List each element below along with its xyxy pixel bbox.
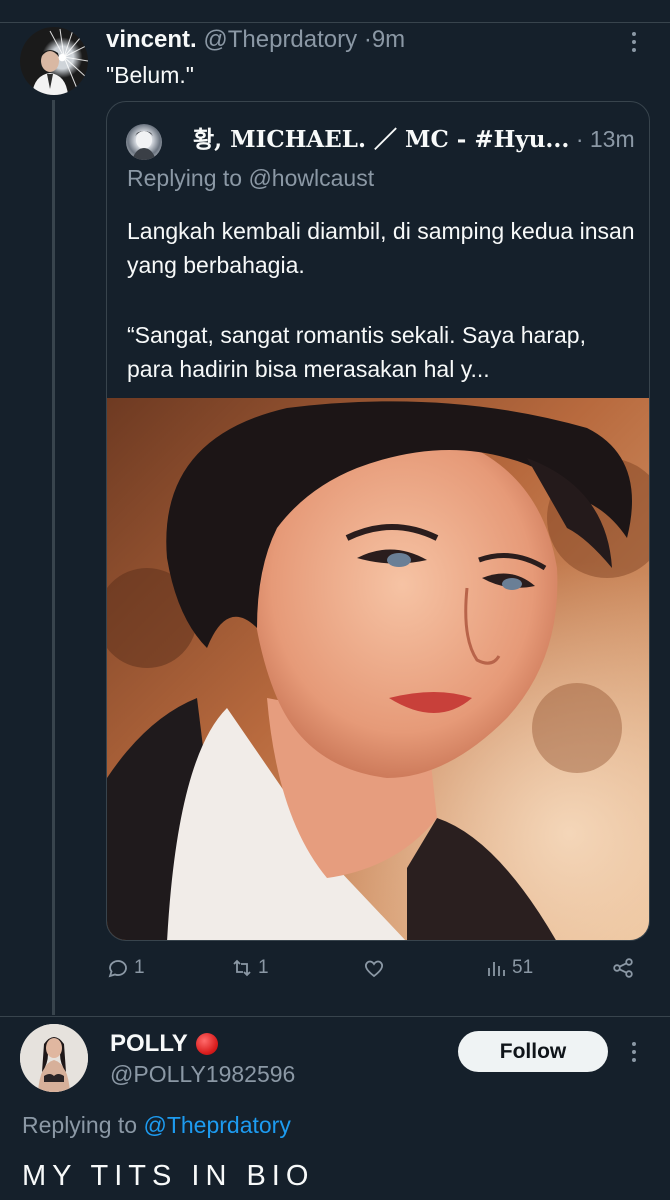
reply-author: POLLY	[110, 1028, 218, 1060]
quoted-tweet-image[interactable]	[107, 398, 649, 940]
top-divider	[0, 22, 670, 23]
reply-count: 1	[134, 957, 145, 978]
quoted-tweet-text: Langkah kembali diambil, di samping kedu…	[127, 214, 637, 386]
quoted-tweet-card[interactable]: 황, MICHAEL. ／ MC - #Hyu... · 13m Replyin…	[106, 101, 650, 941]
avatar-vincent[interactable]	[20, 27, 88, 95]
retweet-button[interactable]: 1	[230, 956, 269, 980]
red-circle-icon	[195, 1033, 218, 1055]
views-icon	[488, 962, 505, 976]
replying-prefix: Replying to	[22, 1112, 138, 1138]
header-separator: ·	[363, 26, 372, 53]
reply-replying-to: Replying to @Theprdatory	[22, 1109, 291, 1141]
views-count: 51	[512, 957, 534, 978]
reply-author-name[interactable]: POLLY	[110, 1028, 188, 1060]
tweet-header: vincent. @Theprdatory ·9m	[106, 24, 405, 56]
reply-button[interactable]: 1	[106, 956, 145, 980]
quoted-separator: ·	[575, 126, 584, 152]
tweet-divider	[0, 1016, 670, 1017]
reply-author-handle[interactable]: @POLLY1982596	[110, 1058, 295, 1090]
views-button[interactable]: 51	[484, 956, 533, 980]
tweet-action-bar: 1 1 51	[106, 956, 640, 988]
author-handle[interactable]: @Theprdatory	[203, 26, 357, 53]
quoted-tweet-header: 황, MICHAEL. ／ MC - #Hyu... · 13m	[193, 123, 635, 156]
avatar-polly[interactable]	[20, 1024, 88, 1092]
retweet-icon	[233, 959, 251, 977]
reply-icon	[108, 960, 127, 978]
quoted-paragraph-1: Langkah kembali diambil, di samping kedu…	[127, 218, 635, 278]
like-button[interactable]	[362, 956, 390, 980]
more-icon[interactable]	[624, 27, 644, 57]
more-icon[interactable]	[624, 1037, 644, 1067]
like-icon	[365, 960, 383, 978]
timeline: vincent. @Theprdatory ·9m "Belum." 황, MI…	[0, 0, 670, 1200]
share-button[interactable]	[611, 956, 635, 980]
retweet-count: 1	[258, 957, 269, 978]
quoted-paragraph-2: “Sangat, sangat romantis sekali. Saya ha…	[127, 322, 586, 382]
quoted-replying-to: Replying to @howlcaust	[127, 165, 375, 191]
quoted-time: 13m	[589, 126, 635, 152]
reply-text: MY TITS IN BIO	[22, 1160, 315, 1192]
quoted-author-name: 황, MICHAEL. ／ MC - #Hyu...	[193, 126, 570, 153]
tweet-text: "Belum."	[106, 62, 194, 88]
author-name[interactable]: vincent.	[106, 26, 197, 53]
share-icon	[613, 958, 633, 978]
replying-mention-link[interactable]: @Theprdatory	[143, 1112, 290, 1138]
tweet-time[interactable]: 9m	[372, 26, 405, 53]
thread-connector-line	[52, 100, 55, 1015]
quoted-author-avatar	[126, 124, 162, 160]
follow-button[interactable]: Follow	[458, 1031, 608, 1072]
